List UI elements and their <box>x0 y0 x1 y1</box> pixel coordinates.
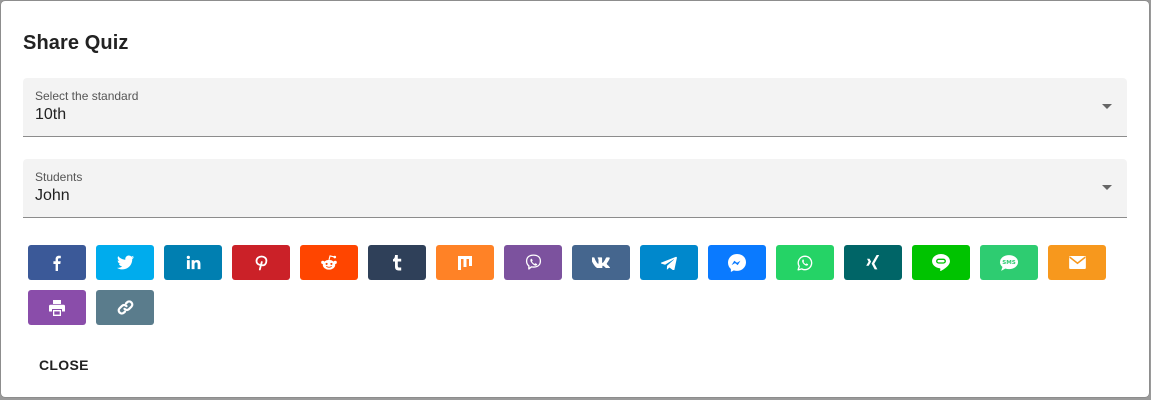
reddit-share-button[interactable] <box>300 245 358 280</box>
share-quiz-dialog: Share Quiz Select the standard 10th Stud… <box>1 1 1149 397</box>
facebook-icon <box>49 255 65 271</box>
twitter-icon <box>116 255 134 270</box>
close-button[interactable]: CLOSE <box>39 357 89 373</box>
xing-share-button[interactable] <box>844 245 902 280</box>
facebook-share-button[interactable] <box>28 245 86 280</box>
email-share-button[interactable] <box>1048 245 1106 280</box>
vk-share-button[interactable] <box>572 245 630 280</box>
pinterest-share-button[interactable] <box>232 245 290 280</box>
students-select[interactable]: Students John <box>23 159 1127 218</box>
twitter-share-button[interactable] <box>96 245 154 280</box>
sms-share-button[interactable]: SMS <box>980 245 1038 280</box>
chevron-down-icon[interactable] <box>1102 104 1112 109</box>
students-select-value: John <box>35 187 70 204</box>
standard-select-label: Select the standard <box>35 89 139 103</box>
link-icon <box>117 299 134 316</box>
viber-share-button[interactable] <box>504 245 562 280</box>
tumblr-icon <box>392 254 403 271</box>
linkedin-share-button[interactable] <box>164 245 222 280</box>
telegram-icon <box>661 256 677 270</box>
mix-icon <box>458 255 472 270</box>
print-share-button[interactable] <box>28 290 86 325</box>
messenger-share-button[interactable] <box>708 245 766 280</box>
pinterest-icon <box>255 255 268 271</box>
linkedin-icon <box>186 255 201 270</box>
whatsapp-icon <box>797 254 813 271</box>
dialog-title: Share Quiz <box>23 32 129 54</box>
line-share-button[interactable] <box>912 245 970 280</box>
students-select-label: Students <box>35 170 83 184</box>
tumblr-share-button[interactable] <box>368 245 426 280</box>
messenger-icon <box>728 253 746 272</box>
telegram-share-button[interactable] <box>640 245 698 280</box>
mix-share-button[interactable] <box>436 245 494 280</box>
reddit-icon <box>320 254 338 271</box>
standard-select[interactable]: Select the standard 10th <box>23 78 1127 137</box>
standard-select-value: 10th <box>35 106 67 123</box>
chevron-down-icon[interactable] <box>1102 185 1112 190</box>
whatsapp-share-button[interactable] <box>776 245 834 280</box>
svg-text:SMS: SMS <box>1002 260 1016 266</box>
print-icon <box>49 299 65 316</box>
xing-icon <box>866 254 880 271</box>
viber-icon <box>525 254 542 271</box>
sms-icon: SMS <box>999 254 1019 272</box>
email-icon <box>1068 256 1086 269</box>
link-share-button[interactable] <box>96 290 154 325</box>
vk-icon <box>592 257 610 268</box>
line-icon <box>932 254 950 271</box>
